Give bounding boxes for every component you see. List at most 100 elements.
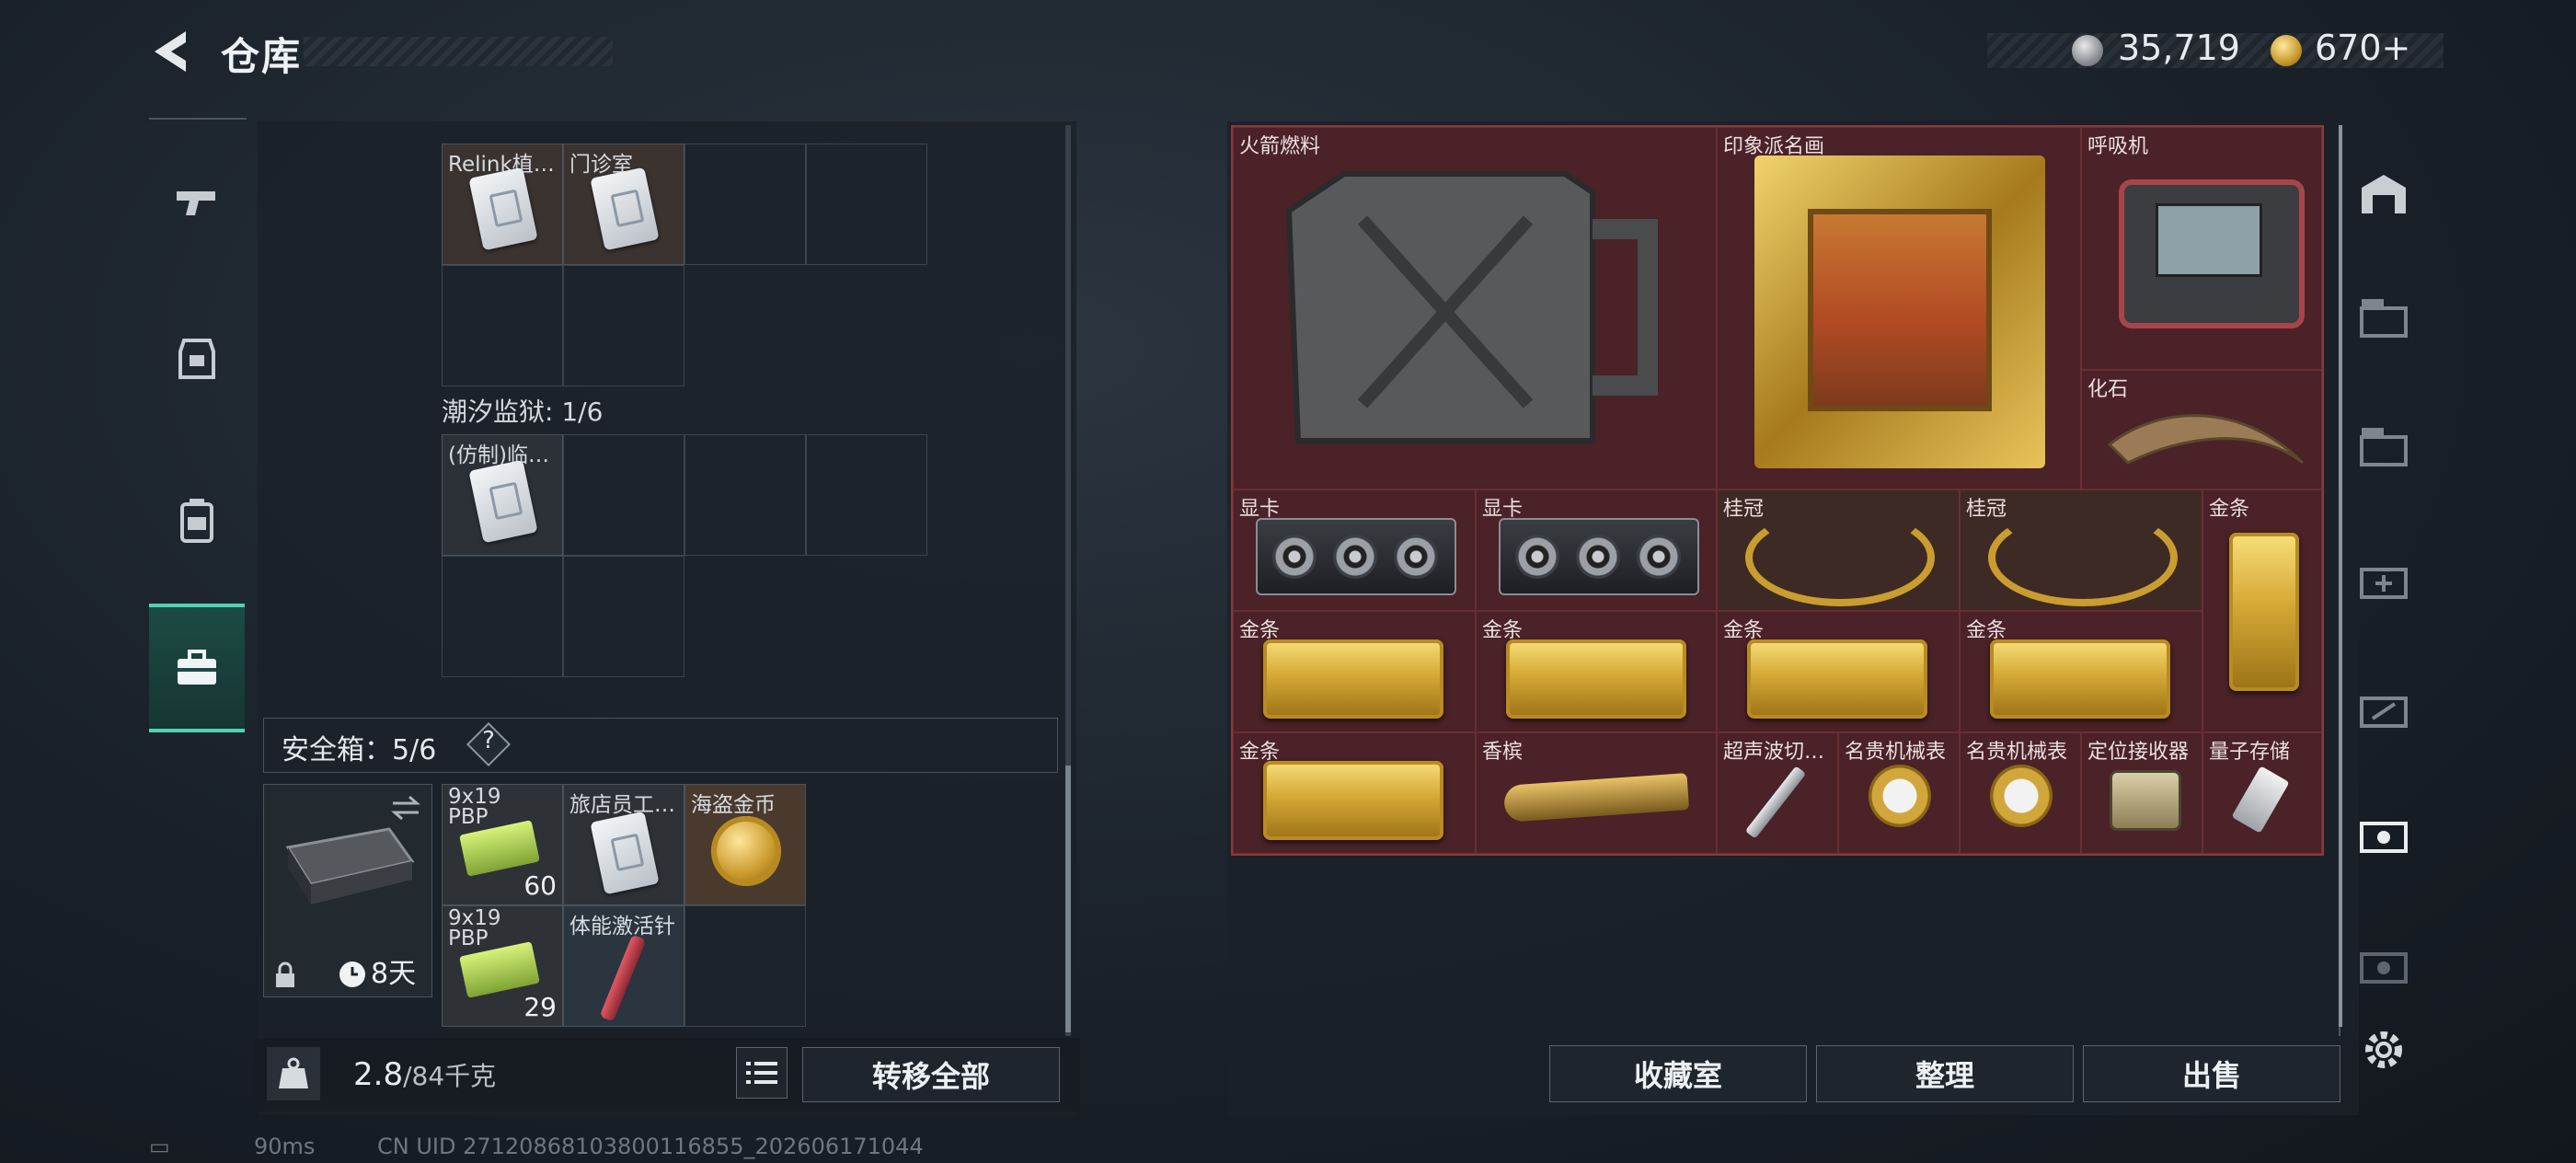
storage-box-icon — [2360, 299, 2408, 338]
item-label: 9x19 PBP — [448, 785, 501, 829]
item-label: 呼吸机 — [2087, 135, 2149, 158]
graphics-card-icon — [1499, 518, 1699, 595]
back-arrow-icon[interactable] — [147, 26, 199, 77]
gold-bar-icon — [1263, 639, 1443, 719]
picture-frame-icon — [1754, 155, 2045, 468]
item-slot[interactable]: 门诊室 — [563, 144, 684, 265]
item-slot[interactable]: 旅店员工… — [563, 784, 684, 905]
ping-readout: 90ms — [254, 1134, 316, 1159]
stash-tab-all[interactable] — [2352, 162, 2416, 226]
empty-slot[interactable] — [806, 434, 927, 556]
empty-slot[interactable] — [806, 144, 927, 265]
receiver-icon — [2110, 770, 2181, 831]
safebox-case[interactable]: 8天 — [263, 784, 432, 997]
lock-icon — [276, 961, 294, 987]
armor-vest-icon — [178, 339, 215, 379]
stash-item-watch[interactable]: 名贵机械表 — [1838, 732, 1960, 854]
stash-item-ventilator[interactable]: 呼吸机 — [2081, 127, 2322, 370]
stash-item-gold-bar[interactable]: 金条 — [2202, 489, 2322, 732]
stash-item-gold-bar[interactable]: 金条 — [1233, 611, 1476, 732]
item-slot[interactable]: (仿制)临… — [442, 434, 563, 556]
stash-item-quantum-storage[interactable]: 量子存储 — [2202, 732, 2322, 854]
stash-item-ultrasonic-cutter[interactable]: 超声波切… — [1717, 732, 1838, 854]
stash-scrollbar-thumb[interactable] — [2339, 125, 2342, 1027]
empty-slot[interactable] — [684, 144, 806, 265]
stash-tab-1[interactable] — [2352, 285, 2416, 350]
stash-item-rocket-fuel[interactable]: 火箭燃料 — [1233, 127, 1717, 489]
stash-item-laurel[interactable]: 桂冠 — [1717, 489, 1960, 611]
empty-slot[interactable] — [563, 556, 684, 677]
sell-button[interactable]: 出售 — [2083, 1045, 2340, 1102]
scrollbar-thumb[interactable] — [1065, 766, 1071, 1032]
item-label: (仿制)临… — [448, 443, 549, 467]
backpack-icon — [180, 499, 213, 543]
stash-item-gpu[interactable]: 显卡 — [1233, 489, 1476, 611]
stash-tab-3[interactable] — [2352, 547, 2416, 611]
stash-tab-4[interactable] — [2352, 675, 2416, 740]
stash-item-gold-bar[interactable]: 金条 — [1717, 611, 1960, 732]
collection-room-button[interactable]: 收藏室 — [1549, 1045, 1807, 1102]
empty-slot[interactable] — [563, 265, 684, 386]
nav-safebox[interactable] — [149, 604, 245, 732]
empty-slot[interactable] — [442, 265, 563, 386]
weight-icon — [267, 1047, 320, 1100]
swap-icon[interactable] — [389, 794, 422, 822]
gold-balance[interactable]: 670+ — [2315, 28, 2410, 68]
gold-bar-icon — [2229, 533, 2299, 691]
stash-item-fossil[interactable]: 化石 — [2081, 370, 2322, 489]
stash-item-gold-bar[interactable]: 金条 — [1960, 611, 2202, 732]
storage-box-icon — [2360, 428, 2408, 466]
item-label: 名贵机械表 — [1966, 741, 2068, 764]
empty-slot[interactable] — [684, 905, 806, 1027]
sort-button[interactable]: 整理 — [1816, 1045, 2074, 1102]
item-label: 桂冠 — [1723, 498, 1765, 521]
item-label: 旅店员工… — [569, 793, 675, 817]
item-count: 60 — [523, 870, 557, 901]
stash-tab-6[interactable] — [2352, 931, 2416, 996]
champagne-bottle-icon — [1502, 773, 1690, 823]
item-label: 量子存储 — [2209, 741, 2291, 764]
cutter-pen-icon — [1744, 766, 1807, 839]
stash-item-champagne[interactable]: 香槟 — [1476, 732, 1717, 854]
nav-backpack[interactable] — [149, 456, 245, 585]
stash-item-gold-bar[interactable]: 金条 — [1233, 732, 1476, 854]
item-slot[interactable]: Relink植… — [442, 144, 563, 265]
item-slot[interactable]: 体能激活针 — [563, 905, 684, 1027]
valuables-box-icon — [2360, 822, 2408, 853]
empty-slot[interactable] — [684, 434, 806, 556]
stash-tab-5[interactable] — [2352, 800, 2416, 865]
gold-bar-icon — [1747, 639, 1927, 719]
gold-bar-icon — [1990, 639, 2170, 719]
stash-tab-2[interactable] — [2352, 414, 2416, 478]
item-slot[interactable]: 9x19 PBP 29 — [442, 905, 563, 1027]
transfer-all-button[interactable]: 转移全部 — [802, 1047, 1060, 1102]
stash-item-painting[interactable]: 印象派名画 — [1717, 127, 2081, 489]
medical-box-icon — [2360, 568, 2408, 599]
stash-item-watch[interactable]: 名贵机械表 — [1960, 732, 2081, 854]
item-label: 体能激活针 — [569, 915, 675, 938]
stash-item-gold-bar[interactable]: 金条 — [1476, 611, 1717, 732]
item-label: 名贵机械表 — [1845, 741, 1947, 764]
empty-slot[interactable] — [563, 434, 684, 556]
nav-weapons[interactable] — [149, 138, 245, 267]
empty-slot[interactable] — [442, 556, 563, 677]
item-slot[interactable]: 海盗金币 — [684, 784, 806, 905]
uid-readout: CN UID 27120868103800116855_202606171044 — [377, 1134, 924, 1159]
nav-equipment[interactable] — [149, 294, 245, 423]
usb-drive-icon — [2231, 766, 2290, 834]
item-label: 金条 — [2209, 498, 2250, 521]
warehouse-icon — [2362, 175, 2406, 213]
syringe-icon — [599, 934, 647, 1022]
item-slot[interactable]: 9x19 PBP 60 — [442, 784, 563, 905]
silver-coin-icon — [2072, 35, 2103, 66]
briefcase-icon — [178, 650, 216, 685]
stash-item-gpu[interactable]: 显卡 — [1476, 489, 1717, 611]
title-decoration — [304, 37, 613, 66]
item-label: 桂冠 — [1966, 498, 2007, 521]
help-mark: ? — [482, 727, 495, 754]
list-view-button[interactable] — [736, 1047, 788, 1099]
item-label: 定位接收器 — [2087, 741, 2190, 764]
stash-item-gps-receiver[interactable]: 定位接收器 — [2081, 732, 2202, 854]
settings-gear-button[interactable] — [2352, 1018, 2416, 1082]
stash-item-laurel[interactable]: 桂冠 — [1960, 489, 2202, 611]
